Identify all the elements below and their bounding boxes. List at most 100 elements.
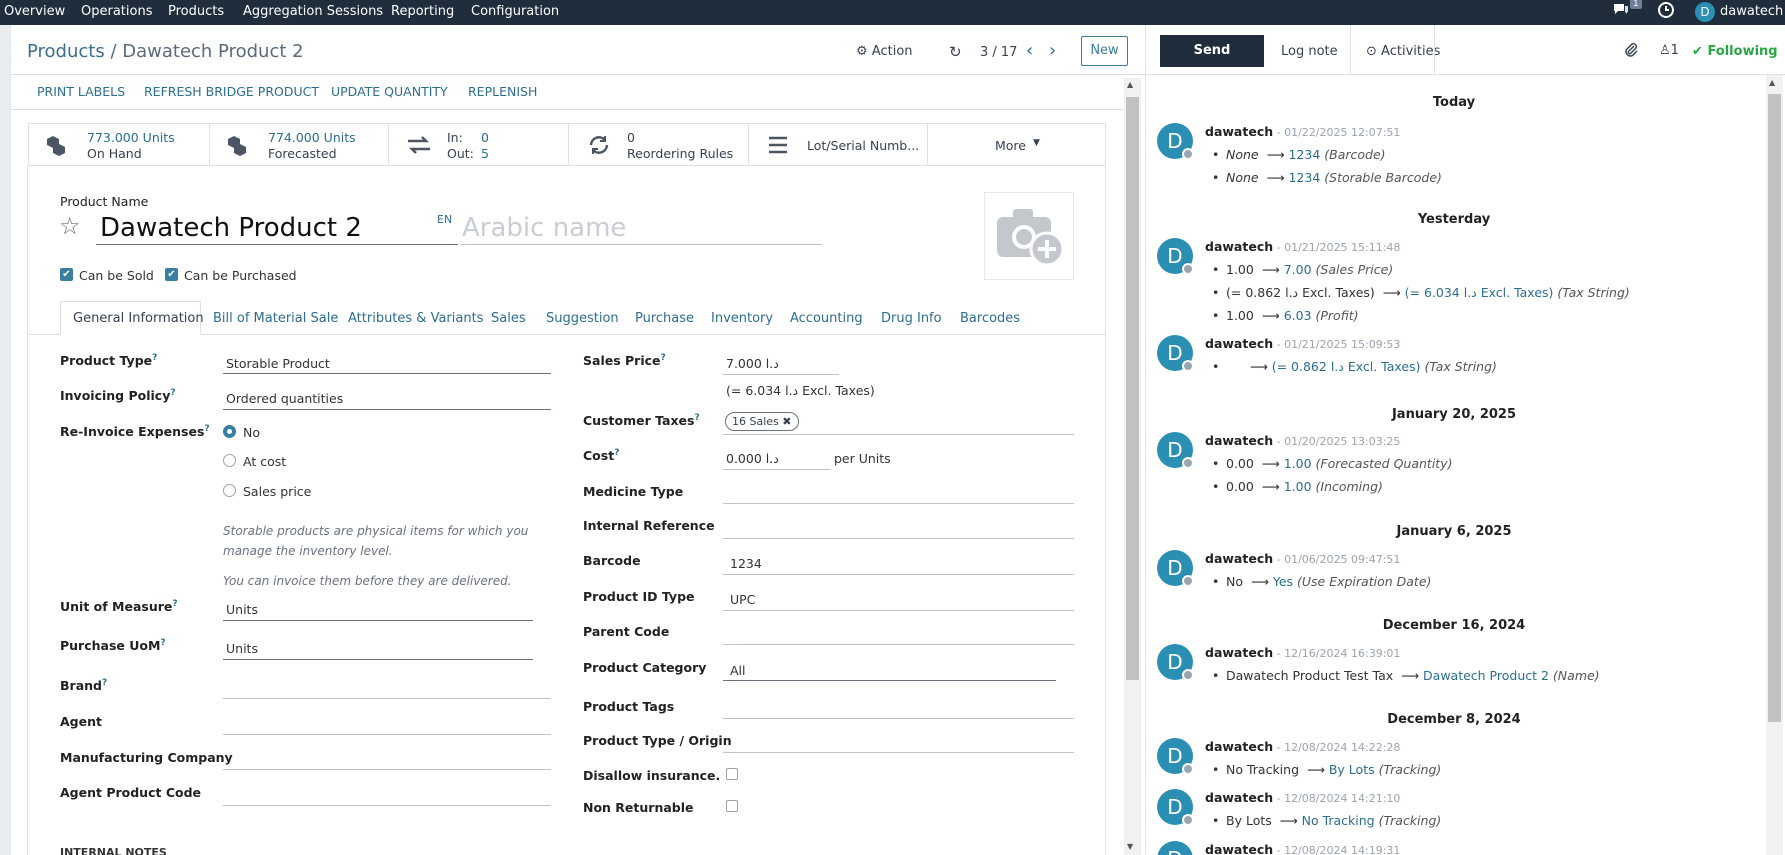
customer-taxes-field[interactable] — [723, 434, 1074, 435]
author-name[interactable]: dawatech — [1205, 336, 1273, 351]
scroll-up-arrow-icon[interactable]: ▲ — [1769, 78, 1775, 87]
replenish-button[interactable]: REPLENISH — [468, 84, 537, 99]
author-name[interactable]: dawatech — [1205, 124, 1273, 139]
chatter-scrollbar-thumb[interactable] — [1768, 94, 1781, 722]
print-labels-button[interactable]: PRINT LABELS — [37, 84, 125, 99]
author-name[interactable]: dawatech — [1205, 239, 1273, 254]
message-author-avatar[interactable]: D — [1157, 335, 1194, 372]
form-scrollbar-thumb[interactable] — [1126, 97, 1139, 680]
action-button[interactable]: ⚙ Action — [856, 44, 913, 59]
message-author-avatar[interactable]: D — [1157, 738, 1194, 775]
user-name[interactable]: dawatech — [1720, 4, 1783, 19]
message-author-avatar[interactable]: D — [1157, 432, 1194, 469]
tab-purchase[interactable]: Purchase — [635, 311, 694, 326]
author-name[interactable]: dawatech — [1205, 842, 1273, 855]
new-button[interactable]: New — [1081, 36, 1128, 66]
author-name[interactable]: dawatech — [1205, 739, 1273, 754]
disallow-insurance-checkbox[interactable] — [726, 768, 738, 780]
menu-reporting[interactable]: Reporting — [391, 4, 454, 19]
tab-general-information[interactable]: General Information — [73, 311, 204, 326]
product-type-origin-field[interactable] — [723, 752, 1074, 753]
followers-button[interactable]: ♙1 — [1659, 43, 1679, 58]
menu-overview[interactable]: Overview — [4, 4, 65, 19]
update-quantity-button[interactable]: UPDATE QUANTITY — [331, 84, 448, 99]
forecasted-stat-button[interactable]: 774.000 Units Forecasted — [209, 123, 388, 166]
name-underline — [96, 244, 458, 245]
agent-field[interactable] — [223, 734, 551, 735]
message-author-avatar[interactable]: D — [1157, 123, 1194, 160]
non-returnable-checkbox[interactable] — [726, 800, 738, 812]
purchase-uom-select[interactable]: Units — [226, 641, 258, 656]
refresh-icon[interactable]: ↻ — [949, 43, 962, 61]
log-note-button[interactable]: Log note — [1281, 44, 1338, 59]
author-name[interactable]: dawatech — [1205, 433, 1273, 448]
tab-barcodes[interactable]: Barcodes — [960, 311, 1020, 326]
more-stat-button[interactable]: More ▼ — [927, 123, 1106, 166]
tab-accounting[interactable]: Accounting — [790, 311, 863, 326]
cost-input[interactable]: د.ا 0.000 — [726, 451, 779, 466]
paperclip-icon[interactable] — [1624, 42, 1638, 62]
send-message-button[interactable]: Send message — [1160, 35, 1264, 90]
reinvoice-no-radio[interactable] — [223, 425, 236, 438]
tab-attributes-variants[interactable]: Attributes & Variants — [348, 311, 483, 326]
can-be-purchased-checkbox[interactable]: ✔ — [165, 268, 178, 281]
barcode-input[interactable]: 1234 — [730, 556, 762, 571]
brand-field[interactable] — [223, 698, 551, 699]
menu-configuration[interactable]: Configuration — [471, 4, 559, 19]
presence-status-icon — [1182, 360, 1194, 372]
messages-icon[interactable] — [1612, 1, 1630, 21]
breadcrumb-products[interactable]: Products — [27, 41, 105, 62]
product-id-type-select[interactable]: UPC — [730, 592, 755, 607]
menu-operations[interactable]: Operations — [81, 4, 152, 19]
tab-drug-info[interactable]: Drug Info — [881, 311, 942, 326]
product-type-select[interactable]: Storable Product — [226, 356, 330, 371]
internal-reference-field[interactable] — [723, 538, 1074, 539]
author-name[interactable]: dawatech — [1205, 551, 1273, 566]
on-hand-stat-button[interactable]: 773.000 Units On Hand — [28, 123, 209, 166]
language-toggle[interactable]: EN — [437, 213, 452, 226]
pager-value[interactable]: 3 / 17 — [980, 45, 1017, 60]
message-author-avatar[interactable]: D — [1157, 550, 1194, 587]
reordering-rules-stat-button[interactable]: 0 Reordering Rules — [568, 123, 748, 166]
can-be-sold-checkbox[interactable]: ✔ — [60, 268, 73, 281]
product-tags-field[interactable] — [723, 718, 1074, 719]
tab-bill-of-material-sale[interactable]: Bill of Material Sale — [213, 311, 338, 326]
message-author-avatar[interactable]: D — [1157, 644, 1194, 681]
remove-tag-icon[interactable]: ✖ — [782, 415, 791, 428]
in-out-stat-button[interactable]: In: 0 Out: 5 — [388, 123, 568, 166]
following-button[interactable]: ✔ Following — [1692, 44, 1778, 59]
sales-price-input[interactable]: د.ا 7.000 — [726, 356, 779, 371]
message-author-avatar[interactable]: D — [1157, 238, 1194, 275]
scroll-up-arrow-icon[interactable]: ▲ — [1127, 80, 1133, 89]
user-avatar[interactable]: D — [1695, 2, 1715, 22]
pager-previous-icon[interactable]: ‹ — [1026, 40, 1033, 61]
product-name-input[interactable]: Dawatech Product 2 — [100, 213, 362, 243]
lot-serial-stat-button[interactable]: Lot/Serial Numb... — [748, 123, 927, 166]
message-author-avatar[interactable]: D — [1157, 789, 1194, 826]
author-name[interactable]: dawatech — [1205, 790, 1273, 805]
activities-button[interactable]: ⊙ Activities — [1366, 44, 1440, 59]
product-category-label: Product Category — [583, 660, 707, 675]
uom-select[interactable]: Units — [226, 602, 258, 617]
author-name[interactable]: dawatech — [1205, 645, 1273, 660]
message-timestamp: - 01/21/2025 15:09:53 — [1273, 338, 1401, 351]
pager-next-icon[interactable]: › — [1049, 40, 1056, 61]
check-icon: ✔ — [1692, 44, 1703, 59]
menu-products[interactable]: Products — [168, 4, 224, 19]
product-image-placeholder[interactable] — [984, 192, 1074, 280]
tab-suggestion[interactable]: Suggestion — [546, 311, 619, 326]
tab-sales[interactable]: Sales — [491, 311, 526, 326]
parent-code-field[interactable] — [723, 644, 1074, 645]
activity-clock-icon[interactable] — [1657, 1, 1675, 23]
invoicing-policy-select[interactable]: Ordered quantities — [226, 391, 343, 406]
tab-inventory[interactable]: Inventory — [711, 311, 773, 326]
medicine-type-field[interactable] — [723, 503, 1074, 504]
refresh-bridge-product-button[interactable]: REFRESH BRIDGE PRODUCT — [144, 84, 319, 99]
agent-product-code-field[interactable] — [223, 805, 551, 806]
arabic-name-input[interactable]: Arabic name — [462, 213, 626, 243]
menu-aggregation-sessions[interactable]: Aggregation Sessions — [243, 4, 383, 19]
manufacturing-company-field[interactable] — [223, 769, 551, 770]
product-category-select[interactable]: All — [730, 663, 746, 678]
favorite-star-icon[interactable]: ☆ — [59, 212, 81, 240]
scroll-down-arrow-icon[interactable]: ▼ — [1127, 842, 1133, 851]
